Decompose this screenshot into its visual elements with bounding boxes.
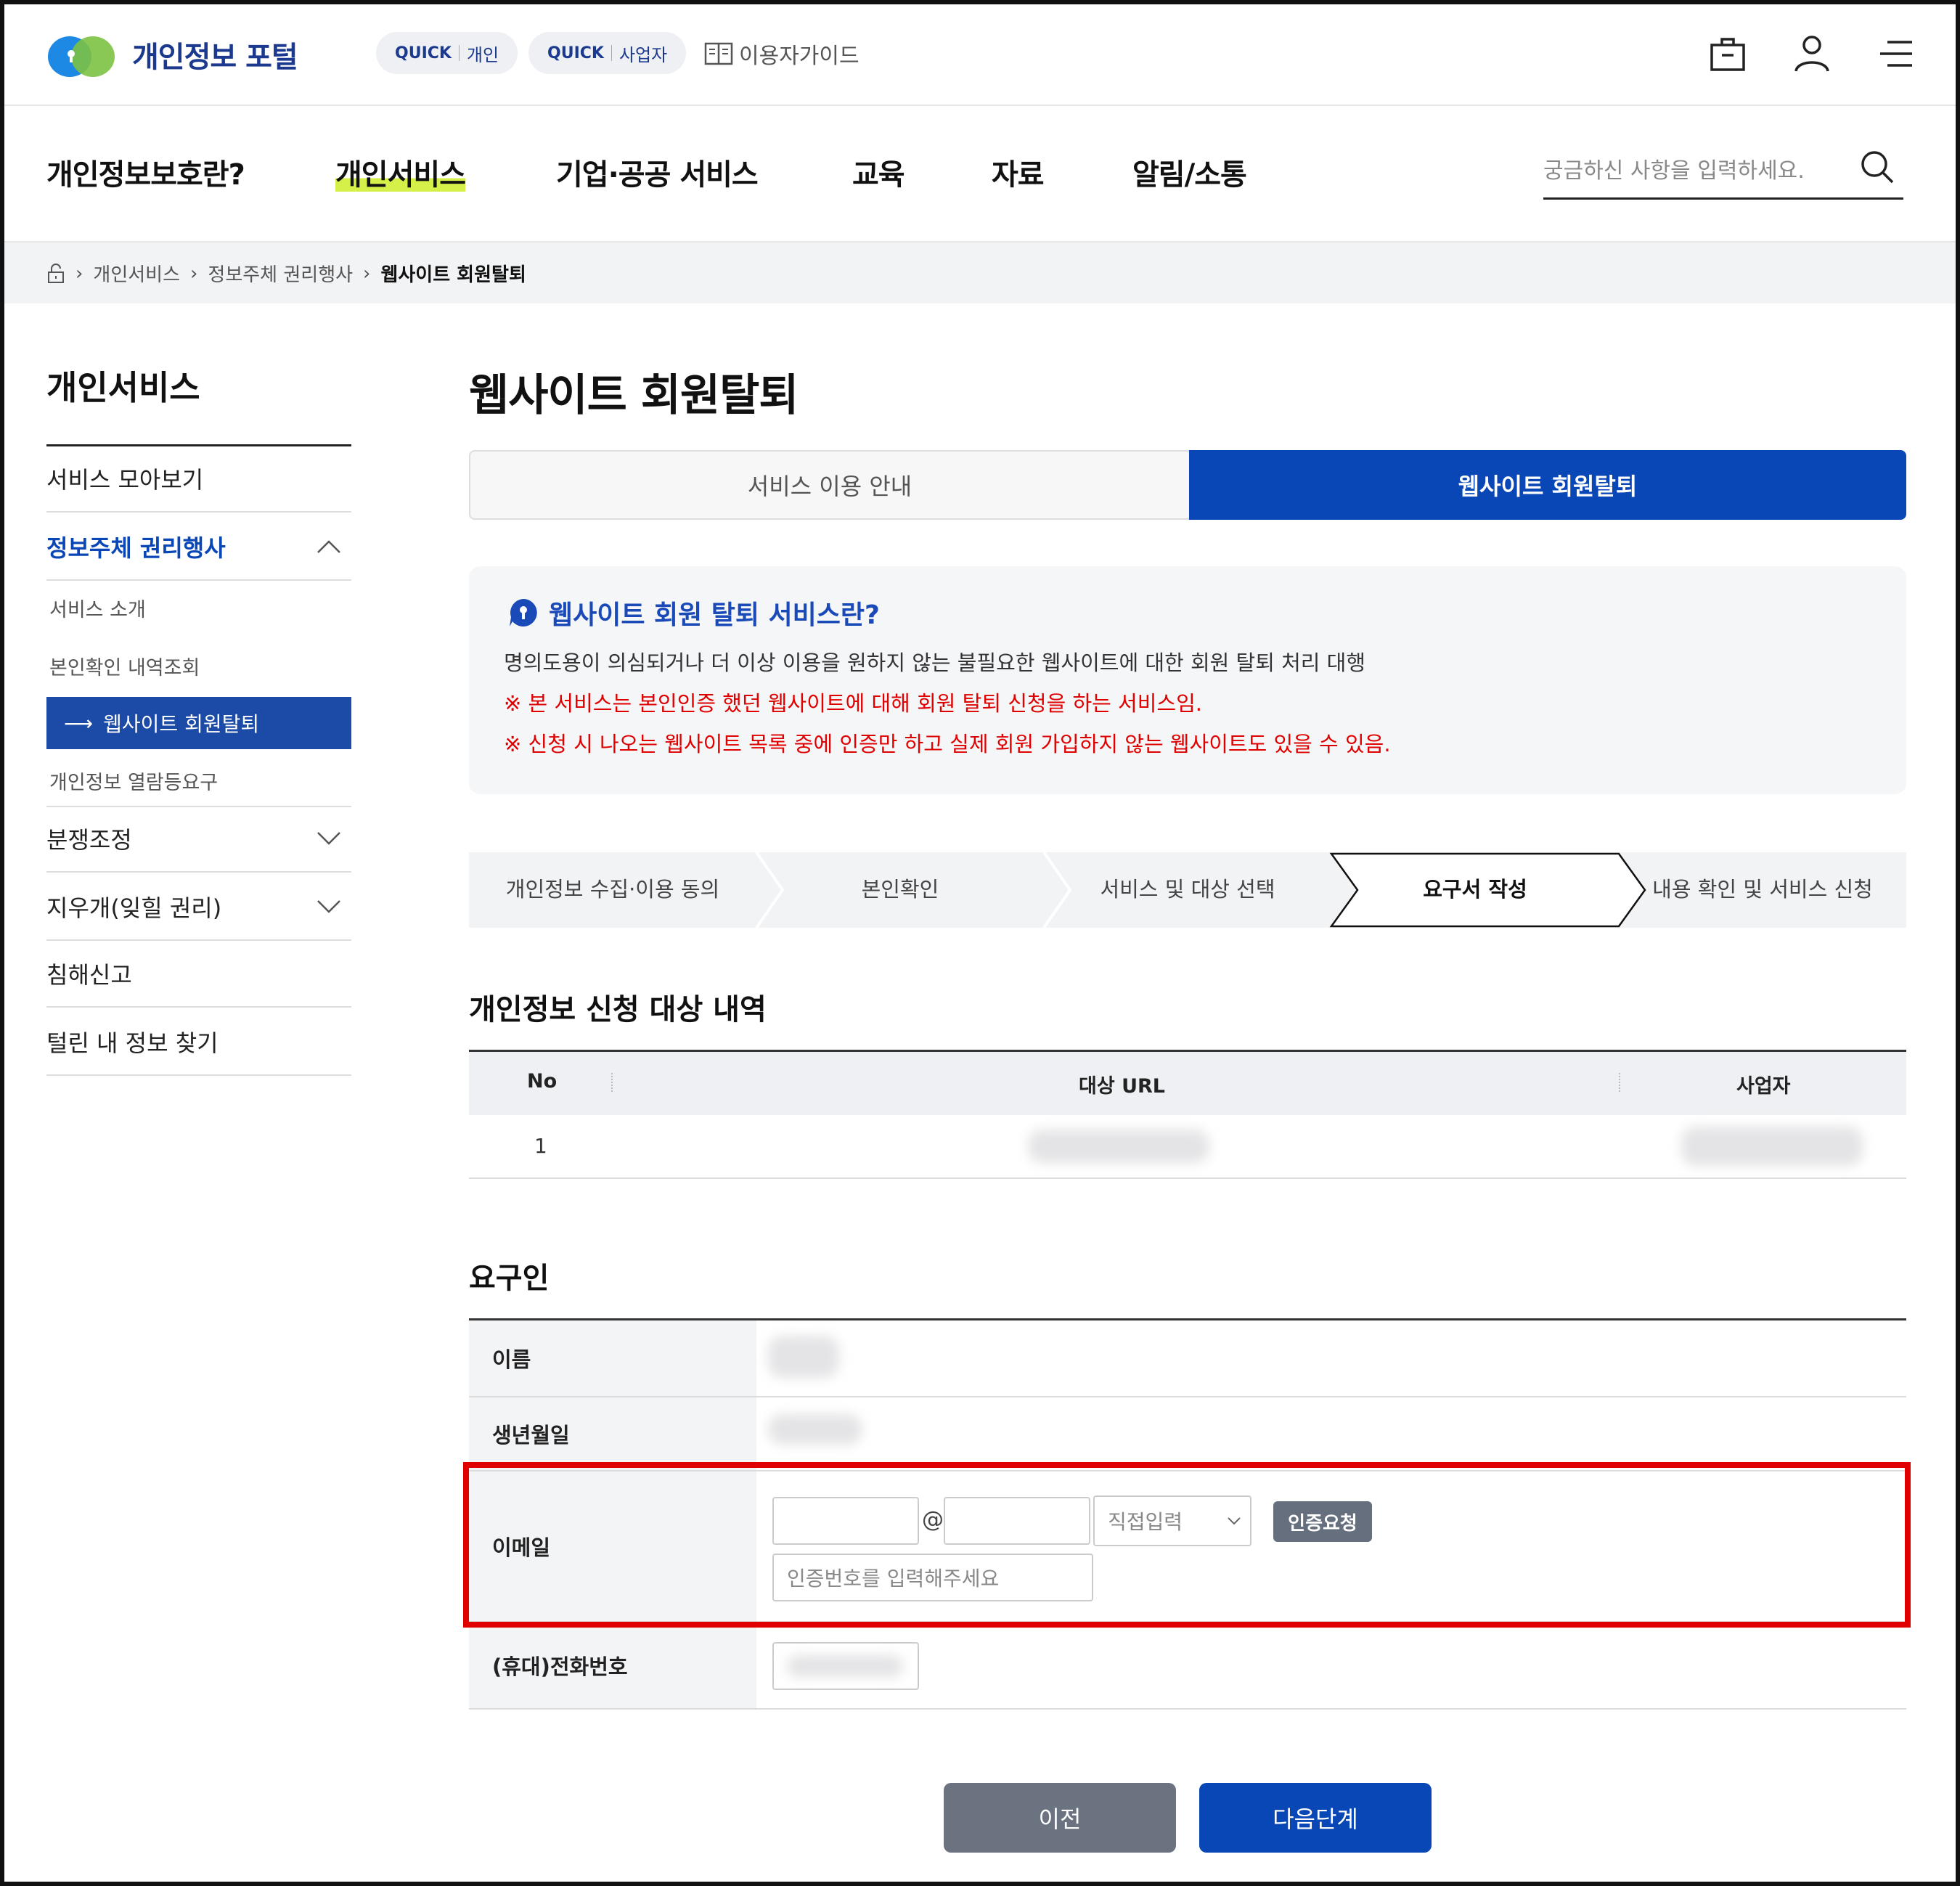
- chevron-right-icon: ›: [363, 262, 371, 285]
- breadcrumb-item[interactable]: 정보주체 권리행사: [208, 260, 353, 287]
- chevron-right-icon: ›: [75, 262, 83, 285]
- table-cell-no: 1: [534, 1134, 547, 1158]
- gnb-item-resources[interactable]: 자료: [992, 151, 1045, 193]
- column-header-url: 대상 URL: [1079, 1075, 1165, 1098]
- info-title: 웹사이트 회원 탈퇴 서비스란?: [508, 594, 880, 632]
- gnb-item-personal-service[interactable]: 개인서비스: [335, 151, 466, 193]
- lnb-item-dispute[interactable]: 분쟁조정: [46, 806, 351, 873]
- quick-label: QUICK: [547, 44, 604, 62]
- lnb-item-label: 서비스 모아보기: [46, 466, 204, 494]
- step-select: 서비스 및 대상 선택: [1100, 877, 1275, 902]
- lnb-item-services[interactable]: 서비스 모아보기: [46, 446, 351, 513]
- divider: [611, 1073, 613, 1092]
- redacted-company: [1681, 1127, 1863, 1166]
- lnb-sub-label: 웹사이트 회원탈퇴: [103, 712, 260, 736]
- info-note: ※ 본 서비스는 본인인증 했던 웹사이트에 대해 회원 탈퇴 신청을 하는 서…: [504, 691, 1202, 716]
- label-phone: (휴대)전화번호: [469, 1622, 756, 1708]
- step-confirm: 내용 확인 및 서비스 신청: [1652, 877, 1873, 902]
- label-name: 이름: [469, 1320, 756, 1396]
- lnb-item-label: 침해신고: [46, 961, 132, 989]
- divider: [611, 45, 612, 61]
- redacted-phone: [787, 1655, 903, 1677]
- breadcrumb-current: 웹사이트 회원탈퇴: [380, 264, 526, 286]
- section-title: 요구인: [469, 1262, 550, 1295]
- quick-personal-button[interactable]: QUICK 개인: [376, 32, 518, 74]
- divider: [469, 1177, 1906, 1179]
- user-icon[interactable]: [1793, 33, 1831, 74]
- redacted-birthdate: [768, 1414, 862, 1445]
- column-header-no: No: [527, 1070, 558, 1093]
- lnb-item-label: 지우개(잊힐 권리): [46, 894, 222, 922]
- lnb-item-rights[interactable]: 정보주체 권리행사: [46, 514, 351, 581]
- lnb-sub-access-request[interactable]: 개인정보 열람등요구: [46, 767, 351, 807]
- redacted-name: [768, 1336, 839, 1378]
- lnb-title: 개인서비스: [46, 368, 200, 407]
- lnb-sub-withdraw[interactable]: ⟶ 웹사이트 회원탈퇴: [46, 697, 351, 749]
- search-icon[interactable]: [1858, 148, 1896, 186]
- gnb-item-education[interactable]: 교육: [852, 151, 905, 193]
- search-underline: [1543, 197, 1903, 200]
- quick-business-button[interactable]: QUICK 사업자: [528, 32, 687, 74]
- step-identity: 본인확인: [861, 877, 939, 902]
- redacted-url: [1028, 1130, 1209, 1163]
- gnb-item-about[interactable]: 개인정보보호란?: [46, 151, 245, 193]
- section-title: 개인정보 신청 대상 내역: [469, 993, 767, 1026]
- next-button[interactable]: 다음단계: [1199, 1783, 1432, 1853]
- page-frame: 개인정보 포털 QUICK 개인 QUICK 사업자 이용자가이드 개인정보보호…: [0, 0, 1960, 1886]
- lnb-item-label: 정보주체 권리행사: [46, 534, 226, 562]
- lnb-item-leak-check[interactable]: 털린 내 정보 찾기: [46, 1009, 351, 1076]
- divider: [469, 1708, 1906, 1710]
- info-description: 명의도용이 의심되거나 더 이상 이용을 원하지 않는 불필요한 웹사이트에 대…: [504, 650, 1366, 675]
- breadcrumb-item[interactable]: 개인서비스: [93, 260, 180, 287]
- phone-field[interactable]: [772, 1642, 919, 1690]
- tab-service-guide[interactable]: 서비스 이용 안내: [469, 450, 1189, 520]
- breadcrumb: › 개인서비스 › 정보주체 권리행사 › 웹사이트 회원탈퇴: [46, 260, 526, 287]
- chevron-down-icon: [317, 832, 340, 845]
- page-title: 웹사이트 회원탈퇴: [469, 370, 799, 421]
- gnb-item-business-service[interactable]: 기업·공공 서비스: [556, 151, 759, 193]
- lnb-item-report[interactable]: 침해신고: [46, 941, 351, 1008]
- info-title-text: 웹사이트 회원 탈퇴 서비스란?: [549, 600, 880, 630]
- chevron-up-icon: [317, 540, 340, 553]
- gnb-item-label: 개인서비스: [335, 158, 466, 192]
- lnb-item-label: 분쟁조정: [46, 826, 132, 854]
- step-consent: 개인정보 수집·이용 동의: [505, 877, 720, 902]
- arrow-right-icon: ⟶: [64, 711, 94, 735]
- lnb-sub-intro[interactable]: 서비스 소개: [49, 594, 146, 622]
- home-icon[interactable]: [46, 263, 65, 284]
- search-input[interactable]: 궁금하신 사항을 입력하세요.: [1543, 152, 1805, 184]
- tab-withdraw[interactable]: 웹사이트 회원탈퇴: [1189, 450, 1906, 520]
- chevron-down-icon: [317, 900, 340, 913]
- divider: [1619, 1073, 1620, 1092]
- info-lock-icon: [510, 599, 537, 626]
- menu-icon[interactable]: [1877, 33, 1915, 74]
- column-header-company: 사업자: [1736, 1075, 1791, 1098]
- user-guide-label: 이용자가이드: [739, 44, 859, 69]
- lnb-item-label: 털린 내 정보 찾기: [46, 1029, 219, 1057]
- chevron-right-icon: ›: [190, 262, 198, 285]
- briefcase-icon[interactable]: [1709, 33, 1747, 74]
- user-guide-link[interactable]: 이용자가이드: [704, 38, 859, 70]
- gnb-item-news[interactable]: 알림/소통: [1132, 151, 1247, 193]
- label-birthdate: 생년월일: [469, 1397, 756, 1470]
- step-request-current: 요구서 작성: [1423, 877, 1527, 902]
- lnb-item-eraser[interactable]: 지우개(잊힐 권리): [46, 874, 351, 941]
- prev-button[interactable]: 이전: [944, 1783, 1176, 1853]
- lnb-sub-history[interactable]: 본인확인 내역조회: [49, 652, 200, 680]
- book-icon: [704, 42, 733, 65]
- divider: [4, 105, 1956, 106]
- email-highlight-box: [463, 1462, 1911, 1628]
- table-header: [469, 1050, 1906, 1115]
- logo-icon[interactable]: [46, 32, 116, 78]
- divider: [458, 45, 460, 61]
- logo-text[interactable]: 개인정보 포털: [132, 33, 298, 75]
- quick-personal-label: 개인: [466, 44, 499, 65]
- info-note: ※ 신청 시 나오는 웹사이트 목록 중에 인증만 하고 실제 회원 가입하지 …: [504, 732, 1391, 756]
- quick-business-label: 사업자: [618, 44, 668, 65]
- quick-label: QUICK: [395, 44, 452, 62]
